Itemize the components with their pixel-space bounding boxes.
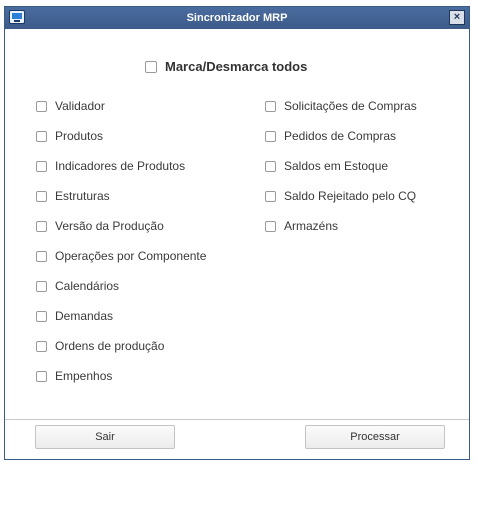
checkbox-armazens[interactable]: Armazéns xyxy=(265,211,417,241)
checkbox-box[interactable] xyxy=(265,190,276,202)
checkbox-empenhos[interactable]: Empenhos xyxy=(36,361,206,391)
checkbox-box[interactable] xyxy=(36,190,47,202)
checkbox-ordens-de-producao[interactable]: Ordens de produção xyxy=(36,331,206,361)
checkbox-box[interactable] xyxy=(36,130,47,142)
checkbox-box[interactable] xyxy=(265,160,276,172)
checkbox-label: Solicitações de Compras xyxy=(284,99,417,113)
checkbox-saldo-rejeitado-pelo-cq[interactable]: Saldo Rejeitado pelo CQ xyxy=(265,181,417,211)
checkbox-label: Empenhos xyxy=(55,369,113,383)
footer-divider xyxy=(5,419,469,420)
checkbox-box[interactable] xyxy=(265,100,276,112)
checkbox-calendarios[interactable]: Calendários xyxy=(36,271,206,301)
checkbox-label: Produtos xyxy=(55,129,104,143)
checkbox-label: Armazéns xyxy=(284,219,339,233)
checkbox-label: Saldos em Estoque xyxy=(284,159,389,173)
checkbox-label: Versão da Produção xyxy=(55,219,164,233)
exit-button[interactable]: Sair xyxy=(35,425,175,449)
checkbox-saldos-em-estoque[interactable]: Saldos em Estoque xyxy=(265,151,417,181)
checkbox-solicitacoes-de-compras[interactable]: Solicitações de Compras xyxy=(265,91,417,121)
checkbox-label: Demandas xyxy=(55,309,114,323)
checkbox-box[interactable] xyxy=(265,130,276,142)
checkbox-box[interactable] xyxy=(36,310,47,322)
checkbox-estruturas[interactable]: Estruturas xyxy=(36,181,206,211)
checkbox-box[interactable] xyxy=(145,60,157,73)
checkbox-box[interactable] xyxy=(36,220,47,232)
checkbox-label: Calendários xyxy=(55,279,120,293)
left-checkbox-column: Validador Produtos Indicadores de Produt… xyxy=(36,91,206,391)
checkbox-box[interactable] xyxy=(36,100,47,112)
title-bar: Sincronizador MRP × xyxy=(5,7,469,29)
window-title: Sincronizador MRP xyxy=(186,12,288,24)
checkbox-box[interactable] xyxy=(36,370,47,382)
checkbox-label: Ordens de produção xyxy=(55,339,165,353)
checkbox-box[interactable] xyxy=(265,220,276,232)
checkbox-label: Estruturas xyxy=(55,189,110,203)
checkbox-versao-da-producao[interactable]: Versão da Produção xyxy=(36,211,206,241)
select-all-label: Marca/Desmarca todos xyxy=(165,59,308,74)
checkbox-validador[interactable]: Validador xyxy=(36,91,206,121)
checkbox-demandas[interactable]: Demandas xyxy=(36,301,206,331)
checkbox-label: Saldo Rejeitado pelo CQ xyxy=(284,189,417,203)
checkbox-pedidos-de-compras[interactable]: Pedidos de Compras xyxy=(265,121,417,151)
checkbox-label: Operações por Componente xyxy=(55,249,207,263)
checkbox-operacoes-por-componente[interactable]: Operações por Componente xyxy=(36,241,206,271)
checkbox-indicadores-de-produtos[interactable]: Indicadores de Produtos xyxy=(36,151,206,181)
right-checkbox-column: Solicitações de Compras Pedidos de Compr… xyxy=(265,91,417,241)
checkbox-box[interactable] xyxy=(36,250,47,262)
checkbox-label: Validador xyxy=(55,99,105,113)
close-button[interactable]: × xyxy=(449,10,465,25)
sync-dialog: Sincronizador MRP × Marca/Desmarca todos… xyxy=(4,6,470,460)
checkbox-box[interactable] xyxy=(36,160,47,172)
checkbox-label: Indicadores de Produtos xyxy=(55,159,186,173)
checkbox-label: Pedidos de Compras xyxy=(284,129,397,143)
checkbox-box[interactable] xyxy=(36,340,47,352)
process-button[interactable]: Processar xyxy=(305,425,445,449)
checkbox-box[interactable] xyxy=(36,280,47,292)
checkbox-produtos[interactable]: Produtos xyxy=(36,121,206,151)
select-all-checkbox[interactable]: Marca/Desmarca todos xyxy=(145,59,307,74)
